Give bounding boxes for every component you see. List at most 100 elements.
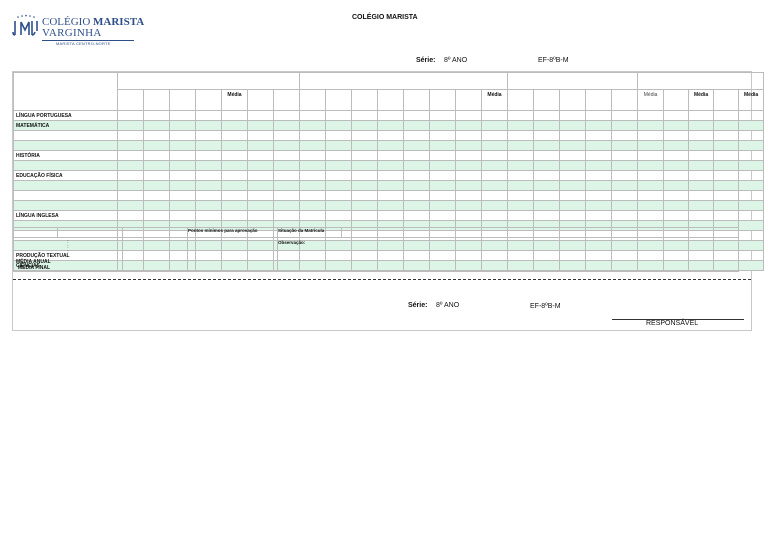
grade-cell [637,180,665,191]
grade-cell [351,130,379,141]
grade-cell [507,190,535,201]
grade-cell [738,160,765,171]
grade-cell [272,130,301,141]
subject-name [13,160,118,171]
grade-header-cell [351,89,379,111]
grade-cell [611,120,639,131]
grade-cell [713,190,740,201]
responsavel-label: RESPONSÁVEL [646,320,699,327]
grade-cell [117,140,144,151]
grade-header-cell [169,89,196,111]
grade-cell [299,180,327,191]
grade-cell [221,190,248,201]
grade-cell [455,110,483,121]
grade-cell [455,180,483,191]
grade-cell [637,150,665,161]
grade-cell [247,170,274,181]
grade-cell [688,190,715,201]
serie-label: Série: [416,57,436,64]
grade-cell [663,180,690,191]
grade-header-cell [713,89,740,111]
grade-cell [429,160,457,171]
grade-cell [195,110,222,121]
table-row [13,180,765,191]
grade-cell [143,200,170,211]
pontos-minimos-label: Pontos mínimos para aprovação [187,227,278,238]
table-row: MATEMÁTICA [13,120,765,131]
grade-cell [429,170,457,181]
grade-cell [325,170,353,181]
grade-cell [377,130,405,141]
grade-header-cell [143,89,170,111]
grade-cell [738,250,765,261]
media-header-cell: Média [221,89,248,111]
grade-cell [247,160,274,171]
grade-cell [377,140,405,151]
grade-cell [325,110,353,121]
grade-cell [403,200,431,211]
grade-cell [533,140,561,151]
grade-cell [713,180,740,191]
subject-name: MATEMÁTICA [13,120,118,131]
grade-cell [325,150,353,161]
grade-cell [169,140,196,151]
footer-serie-value: 8º ANO [436,302,460,309]
grade-cell [713,110,740,121]
header-period-4 [637,72,765,90]
grade-header-cell [195,89,222,111]
grade-cell [325,210,353,221]
grade-header-cell [403,89,431,111]
header-subject-cell [13,72,118,111]
grade-cell [585,200,613,211]
grade-cell [299,140,327,151]
grade-cell [663,110,690,121]
table-row [13,130,765,141]
grade-cell [455,210,483,221]
media-final-label: MÉDIA FINAL [18,265,51,271]
grade-cell [272,170,301,181]
page-title: COLÉGIO MARISTA [352,14,418,21]
grade-cell [403,180,431,191]
grade-cell [221,150,248,161]
grade-cell [169,210,196,221]
grade-cell [169,130,196,141]
grade-cell [299,130,327,141]
grade-cell [481,150,509,161]
grade-cell [169,190,196,201]
grade-cell [221,110,248,121]
media-cell: : : : MÉDIA ANUAL MÉDIA FINAL [13,237,123,272]
grade-cell [247,140,274,151]
grade-cell [688,180,715,191]
grade-cell [688,140,715,151]
grade-cell [738,220,765,231]
grade-cell [195,140,222,151]
grade-cell [247,210,274,221]
grade-cell [403,160,431,171]
grade-cell [533,170,561,181]
subject-name: LÍNGUA INGLESA [13,210,118,221]
grade-cell [663,130,690,141]
grade-cell [325,120,353,131]
grade-cell [585,190,613,201]
grade-cell [738,260,765,271]
grade-cell [299,210,327,221]
grade-cell [117,160,144,171]
grade-cell [195,160,222,171]
grade-cell [507,150,535,161]
grade-cell [738,190,765,201]
grade-cell [637,110,665,121]
grade-cell [533,210,561,221]
grade-cell [481,160,509,171]
grade-cell [117,150,144,161]
grade-cell [221,210,248,221]
grade-cell [507,110,535,121]
grade-cell [247,180,274,191]
grade-cell [272,160,301,171]
grade-header-cell [611,89,639,111]
logo-text-varginha: VARGINHA [42,27,102,39]
grade-cell [143,110,170,121]
grade-cell [403,210,431,221]
grade-cell [403,170,431,181]
grade-cell [325,180,353,191]
grade-cell [738,140,765,151]
